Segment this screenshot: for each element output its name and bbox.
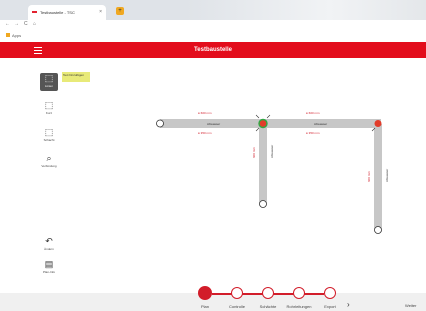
step-label: Controlle [228,304,245,309]
vertical-pipe-label: 600 mm [252,147,256,158]
step-rohrleitungen[interactable] [293,287,305,299]
pipe-end-node[interactable] [259,200,267,208]
step-label: Plan [200,304,209,309]
vertical-pipe-label: Abwasser [385,169,389,182]
step-export[interactable] [324,287,336,299]
step-label: Rohrleitungen [286,304,312,309]
drawing-canvas[interactable]: ● 600 mm Abwasser ● 350 mm ● 600 mm Abwa… [0,0,426,311]
pipe-end-node[interactable] [374,226,382,234]
step-schaechte[interactable] [262,287,274,299]
vertical-pipe-label: 600 mm [367,171,371,182]
pipe-label-bottom-a: ● 350 mm [198,131,212,135]
pipe-name-label: Abwasser [314,122,327,126]
pipe-name-label: Abwasser [207,122,220,126]
step-plan[interactable] [198,286,212,300]
pipe-label-bottom-b: ● 350 mm [306,131,320,135]
step-label: Export [324,304,336,309]
stepper-line [305,293,324,295]
stepper-line [212,293,306,295]
next-label[interactable]: Weiter [405,303,416,308]
step-label: Schächte [259,304,277,309]
pipe-label-top-b: ● 600 mm [306,111,320,115]
pipe-vertical-right[interactable] [374,124,382,230]
pipe-end-node[interactable] [156,119,164,128]
vertical-pipe-label: Abwasser [270,145,274,158]
manhole-node[interactable] [374,120,382,127]
pipe-vertical-left[interactable] [259,124,267,204]
step-controlle[interactable] [231,287,243,299]
pipe-horizontal[interactable] [160,119,381,128]
next-step-chevron-icon[interactable]: › [347,300,350,309]
pipe-label-top-a: ● 600 mm [198,111,212,115]
manhole-node-active[interactable] [258,118,268,129]
